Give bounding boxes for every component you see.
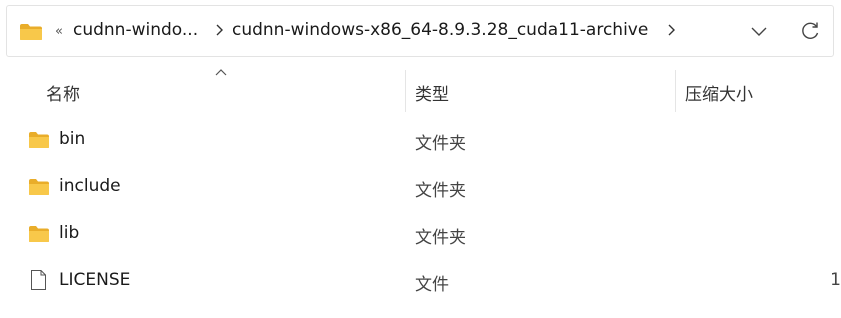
column-size[interactable]: 压缩大小 [685, 80, 753, 105]
column-divider[interactable] [405, 70, 406, 112]
file-size: 1 [830, 270, 841, 290]
file-type: 文件 [415, 275, 449, 295]
column-header: 名称 类型 压缩大小 [0, 60, 841, 118]
chevron-right-icon[interactable] [665, 23, 677, 37]
list-item[interactable]: LICENSE 文件 1 [0, 258, 841, 305]
file-name: include [59, 176, 121, 196]
file-name: LICENSE [59, 270, 131, 290]
file-name: bin [59, 129, 86, 149]
file-icon [31, 270, 46, 290]
folder-icon [20, 24, 42, 40]
breadcrumb-overflow[interactable]: « [55, 24, 63, 39]
folder-icon [29, 226, 49, 242]
file-type: 文件夹 [415, 228, 466, 248]
breadcrumb-parent[interactable]: cudnn-windo... [73, 20, 198, 40]
folder-icon [29, 132, 49, 148]
column-type[interactable]: 类型 [415, 80, 449, 105]
list-item[interactable]: include 文件夹 [0, 164, 841, 211]
file-type: 文件夹 [415, 181, 466, 201]
list-item[interactable]: lib 文件夹 [0, 211, 841, 258]
column-name[interactable]: 名称 [46, 80, 80, 105]
file-name: lib [59, 223, 80, 243]
chevron-down-icon[interactable] [749, 23, 769, 39]
breadcrumb-current[interactable]: cudnn-windows-x86_64-8.9.3.28_cuda11-arc… [232, 20, 648, 40]
column-divider[interactable] [675, 70, 676, 112]
folder-icon [29, 179, 49, 195]
list-item[interactable]: bin 文件夹 [0, 117, 841, 164]
sort-ascending-icon [215, 69, 227, 76]
refresh-icon[interactable] [799, 20, 821, 42]
file-type: 文件夹 [415, 134, 466, 154]
chevron-right-icon[interactable] [213, 23, 225, 37]
address-bar[interactable]: « cudnn-windo... cudnn-windows-x86_64-8.… [6, 5, 834, 57]
